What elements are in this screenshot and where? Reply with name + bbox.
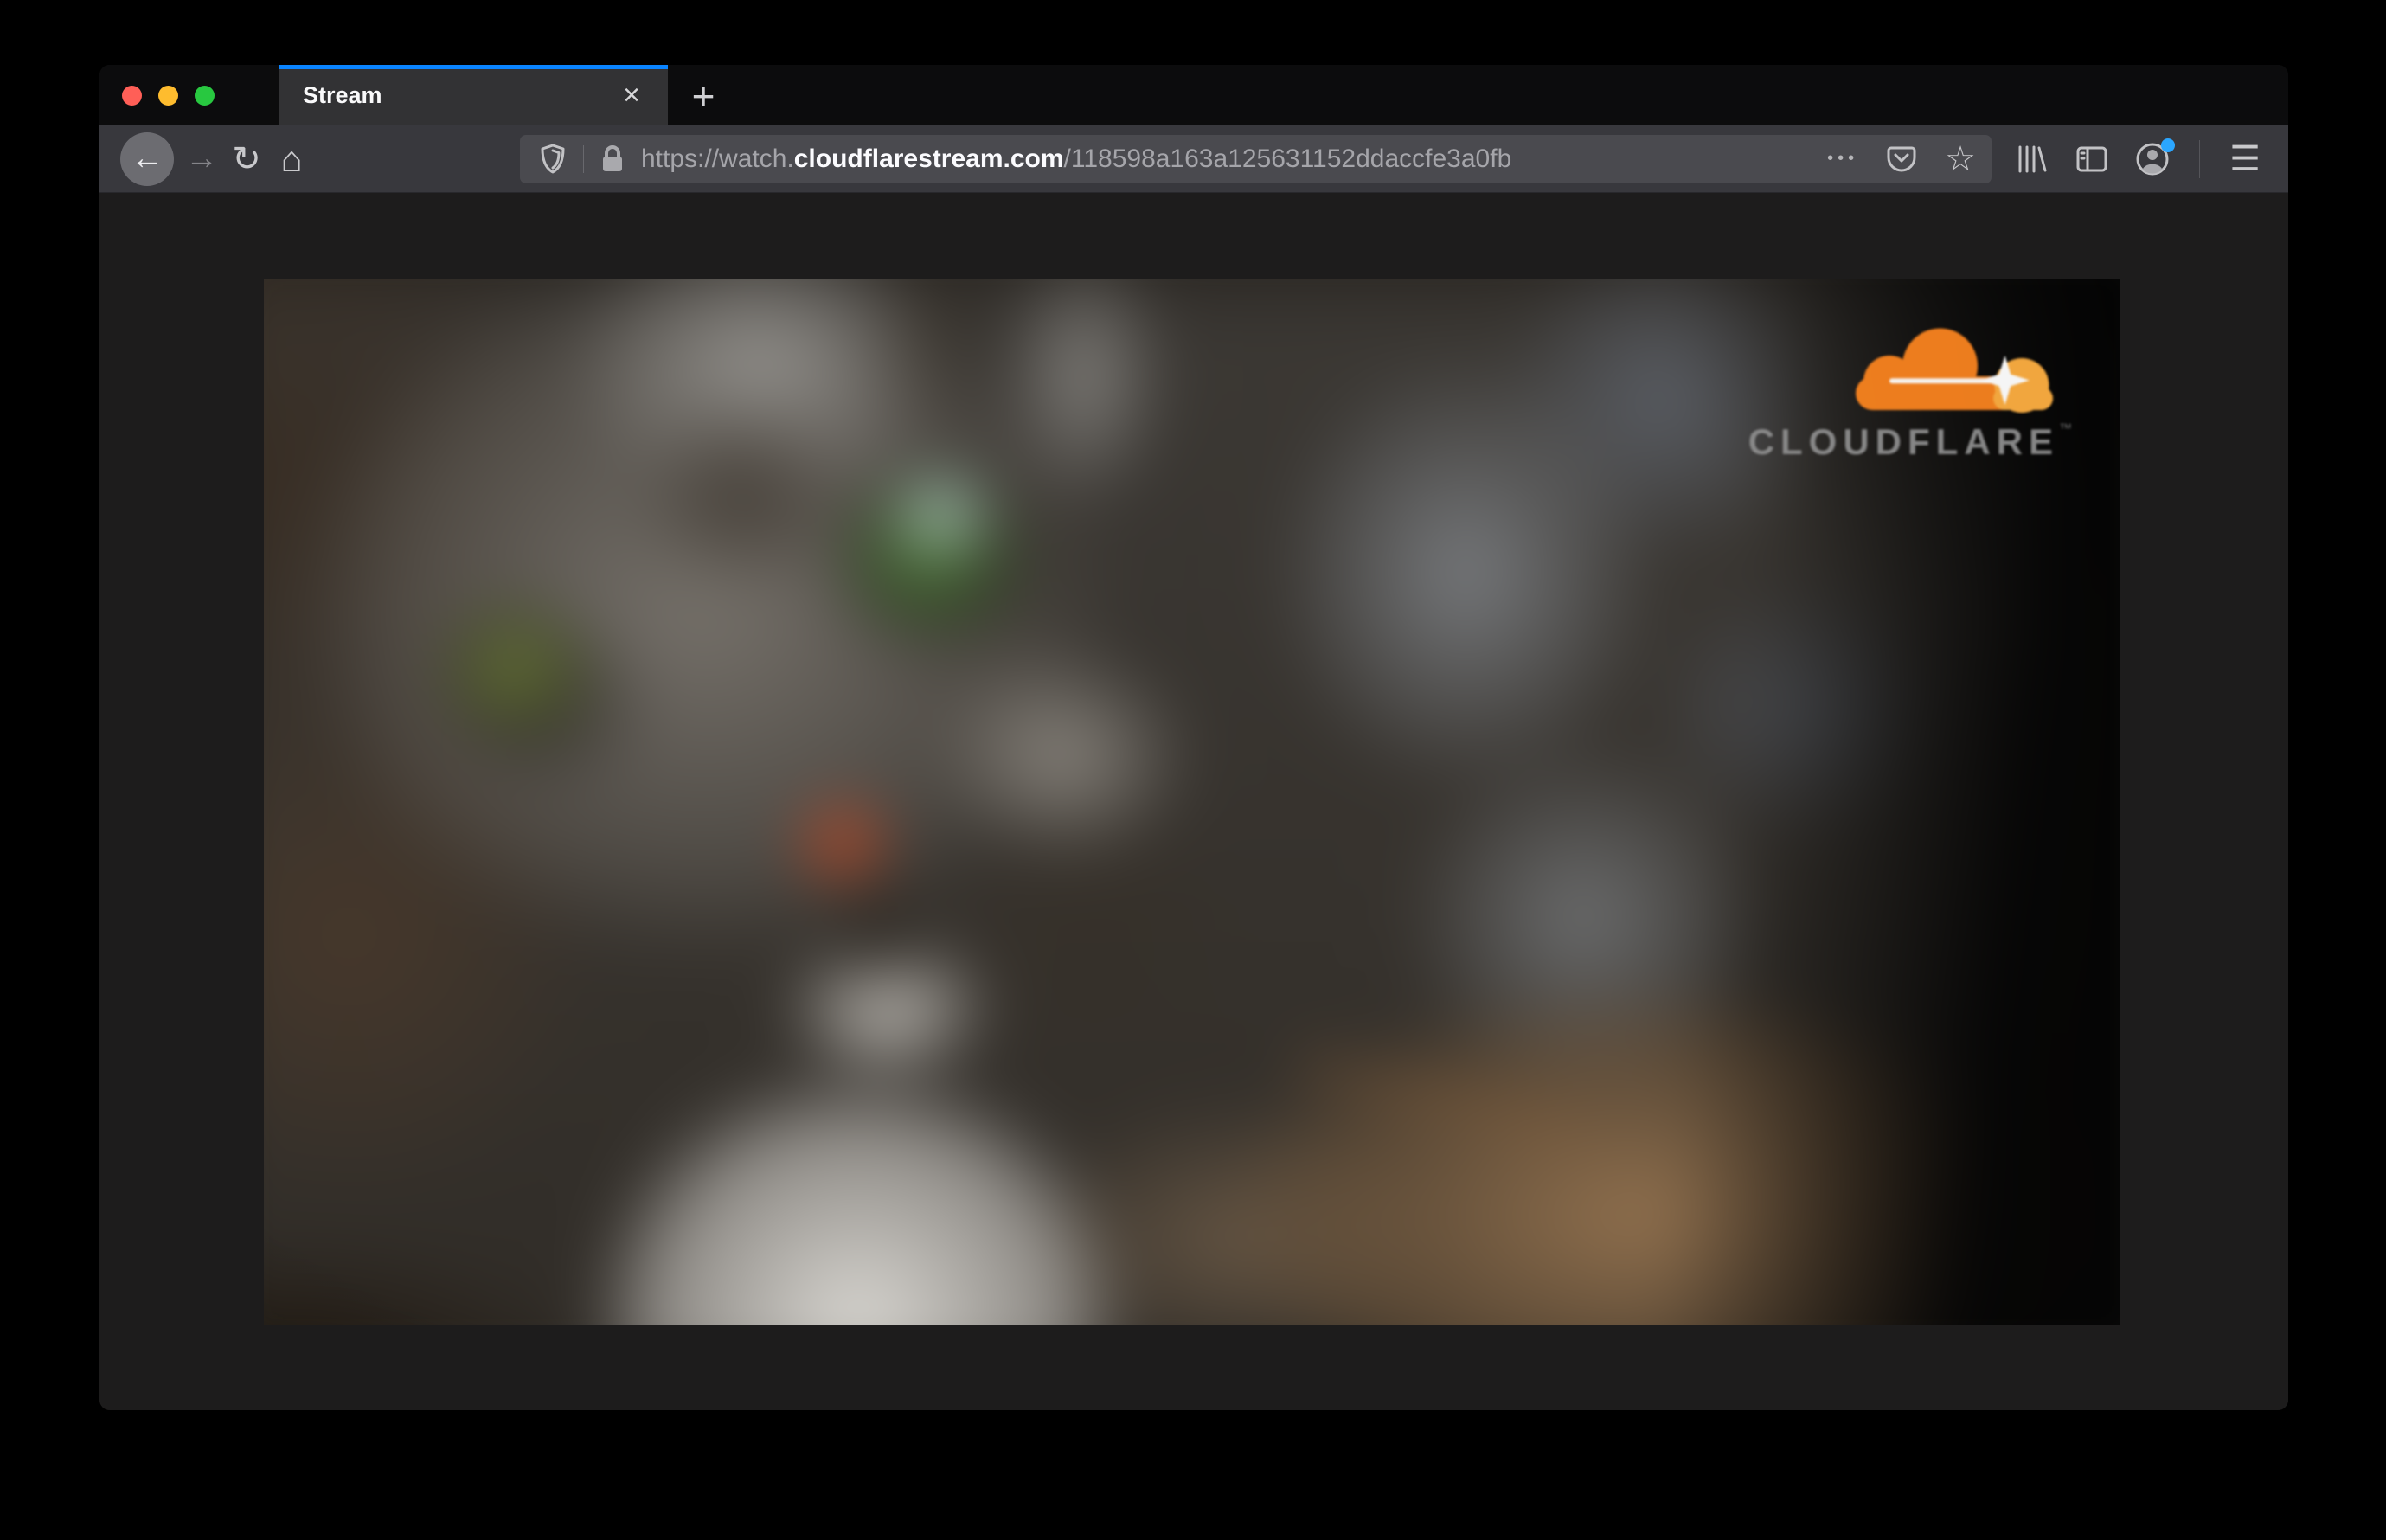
menu-icon[interactable]: ☰ [2222, 139, 2267, 179]
window-controls [122, 65, 215, 125]
account-notification-dot [2161, 138, 2175, 152]
cloudflare-watermark: CLOUDFLARE™ [1743, 323, 2072, 463]
urlbar-actions: ••• ☆ [1827, 137, 1976, 182]
desktop-background: { "colors": { "accent_blue": "#0a84ff", … [0, 0, 2386, 1540]
toolbar-icons: ☰ [2007, 137, 2267, 182]
url-bar[interactable]: https://watch.cloudflarestream.com/11859… [520, 134, 1992, 183]
browser-window: Stream × + ← → ↻ ⌂ https://watch.cloudfl… [99, 65, 2288, 1410]
page-content: CLOUDFLARE™ [99, 193, 2288, 1410]
cloudflare-cloud-icon [1856, 328, 2053, 413]
close-window-button[interactable] [122, 85, 142, 106]
sidebar-icon[interactable] [2068, 137, 2116, 182]
url-text[interactable]: https://watch.cloudflarestream.com/11859… [641, 144, 1810, 174]
url-domain: cloudflarestream.com [793, 144, 1064, 173]
url-scheme: https://watch. [641, 144, 794, 173]
minimize-window-button[interactable] [158, 85, 178, 106]
cloudflare-wordmark: CLOUDFLARE™ [1748, 421, 2072, 462]
tab-stream[interactable]: Stream × [279, 65, 668, 125]
navigation-toolbar: ← → ↻ ⌂ https://watch.cloudflarestream.c… [99, 125, 2288, 193]
video-player[interactable]: CLOUDFLARE™ [264, 279, 2120, 1325]
tab-bar: Stream × + [99, 65, 2288, 125]
tab-close-icon[interactable]: × [613, 76, 651, 114]
home-button[interactable]: ⌂ [269, 137, 314, 182]
forward-button[interactable]: → [179, 137, 224, 182]
bookmark-star-icon[interactable]: ☆ [1945, 142, 1976, 176]
tracking-protection-shield-icon[interactable] [536, 137, 570, 182]
toolbar-separator [2199, 139, 2200, 178]
urlbar-separator [583, 144, 584, 173]
reload-button[interactable]: ↻ [224, 137, 269, 182]
url-path: /118598a163a125631152ddaccfe3a0fb [1063, 144, 1512, 173]
page-actions-icon[interactable]: ••• [1827, 149, 1858, 169]
tab-title: Stream [303, 81, 382, 108]
new-tab-button[interactable]: + [681, 74, 726, 119]
zoom-window-button[interactable] [195, 85, 215, 106]
account-icon[interactable] [2128, 137, 2177, 182]
back-button[interactable]: ← [120, 132, 174, 186]
library-icon[interactable] [2007, 137, 2056, 182]
pocket-icon[interactable] [1883, 137, 1921, 182]
lock-icon[interactable] [597, 137, 628, 182]
